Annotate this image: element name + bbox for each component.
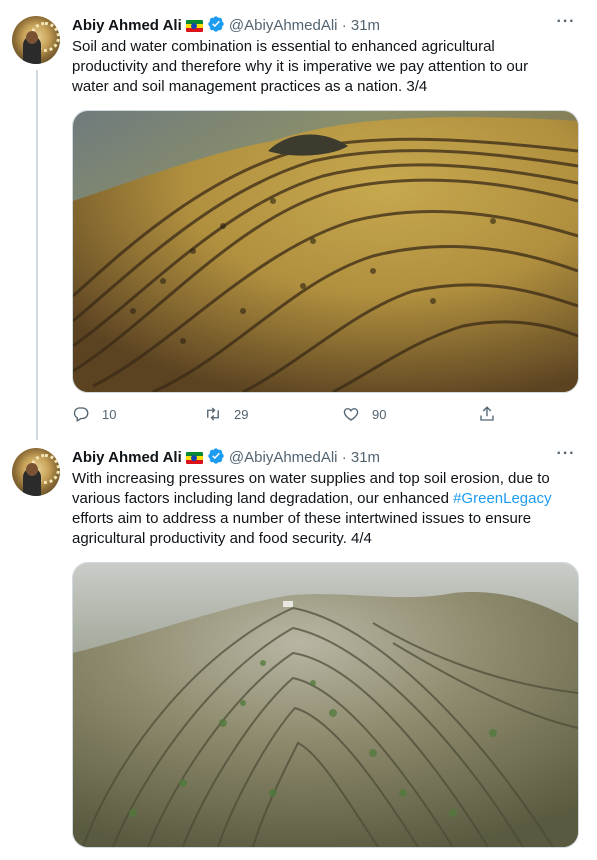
verified-badge-icon (208, 448, 224, 464)
author-name[interactable]: Abiy Ahmed Ali (72, 449, 182, 466)
retweet-icon (207, 407, 219, 421)
tweet-timestamp[interactable]: 31m (351, 449, 380, 466)
hashtag-link[interactable]: #GreenLegacy (453, 490, 551, 507)
tweet-image-terraced-hillside[interactable] (72, 110, 579, 393)
retweet-button[interactable]: 29 (204, 400, 248, 428)
reply-count: 10 (102, 406, 117, 422)
share-button[interactable] (478, 400, 496, 428)
tweet-header: Abiy Ahmed Ali @AbiyAhmedAli · 31m (72, 447, 380, 467)
avatar[interactable] (12, 16, 60, 64)
tweet-timestamp[interactable]: 31m (351, 17, 380, 34)
retweet-count: 29 (234, 406, 249, 422)
more-options-icon[interactable]: ··· (555, 446, 577, 467)
share-icon (480, 406, 494, 421)
verified-badge-icon (208, 16, 224, 32)
more-options-icon[interactable]: ··· (555, 14, 577, 35)
author-handle[interactable]: @AbiyAhmedAli (229, 449, 338, 466)
like-count: 90 (372, 406, 387, 422)
tweet-4-of-4[interactable]: Abiy Ahmed Ali @AbiyAhmedAli · 31m ··· W… (0, 436, 597, 860)
author-handle[interactable]: @AbiyAhmedAli (229, 17, 338, 34)
avatar[interactable] (12, 448, 60, 496)
tweet-3-of-4[interactable]: Abiy Ahmed Ali @AbiyAhmedAli · 31m ··· S… (0, 0, 597, 436)
reply-icon (73, 407, 89, 422)
tweet-text-part: efforts aim to address a number of these… (72, 510, 532, 547)
reply-button[interactable]: 10 (72, 400, 116, 428)
heart-icon (343, 408, 359, 421)
separator-dot: · (341, 17, 347, 34)
separator-dot: · (341, 449, 347, 466)
tweet-text: Soil and water combination is essential … (72, 38, 529, 95)
tweet-image-green-terraced-hill[interactable] (72, 562, 579, 848)
ethiopia-flag-icon (185, 452, 203, 464)
tweet-header: Abiy Ahmed Ali @AbiyAhmedAli · 31m (72, 15, 380, 35)
ethiopia-flag-icon (185, 20, 203, 32)
author-name[interactable]: Abiy Ahmed Ali (72, 17, 182, 34)
like-button[interactable]: 90 (342, 400, 386, 428)
tweet-actions: 10 29 90 (72, 400, 577, 428)
tweet-text: With increasing pressures on water suppl… (72, 469, 567, 549)
